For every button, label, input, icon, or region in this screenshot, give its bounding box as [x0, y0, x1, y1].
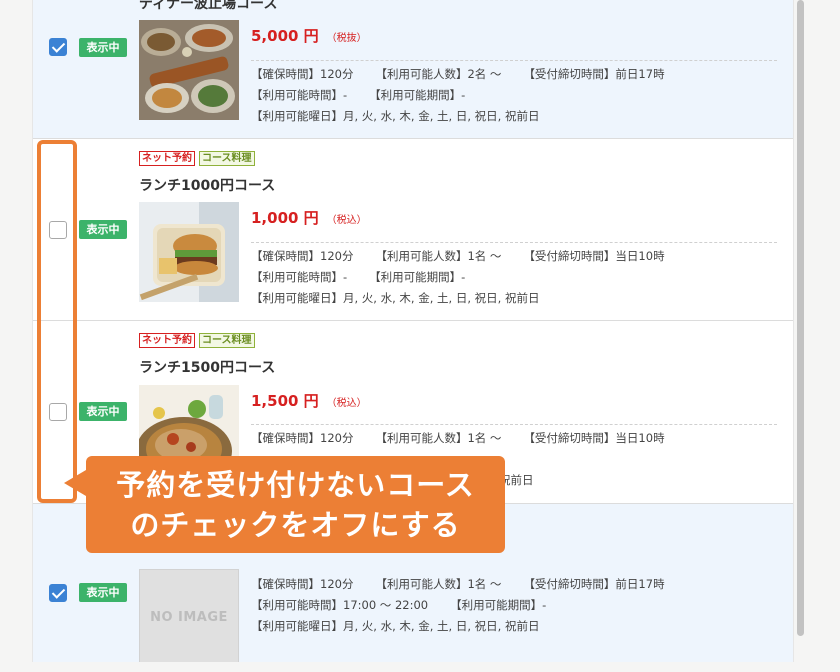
people-count: 【利用可能人数】1名 〜	[375, 577, 502, 591]
course-info: 【確保時間】120分 【利用可能人数】2名 〜 【受付締切時間】前日17時 【利用可…	[251, 64, 687, 127]
available-time: 【利用可能時間】17:00 〜 22:00	[251, 598, 429, 612]
course-tags: ネット予約 コース料理	[139, 333, 255, 348]
course-price: 1,000 円（税込）	[251, 209, 367, 227]
course-thumbnail[interactable]	[139, 20, 239, 120]
available-period: 【利用可能期間】-	[450, 598, 547, 612]
booking-deadline: 【受付締切時間】前日17時	[523, 577, 665, 591]
course-info: 【確保時間】120分 【利用可能人数】1名 〜 【受付締切時間】当日10時 【利用可…	[251, 246, 687, 309]
course-checkbox[interactable]	[49, 38, 67, 56]
available-period: 【利用可能期間】-	[369, 88, 466, 102]
instruction-callout: 予約を受け付けないコース のチェックをオフにする	[64, 456, 505, 553]
course-info: 【確保時間】120分 【利用可能人数】1名 〜 【受付締切時間】当日10時	[251, 428, 687, 449]
booking-deadline: 【受付締切時間】当日10時	[523, 431, 665, 445]
available-days: 【利用可能曜日】月, 火, 水, 木, 金, 土, 日, 祝日, 祝前日	[251, 109, 540, 123]
callout-line-2: のチェックをオフにする	[130, 508, 461, 542]
tax-label: （税込）	[326, 215, 367, 226]
hold-time: 【確保時間】120分	[251, 577, 354, 591]
course-checkbox[interactable]	[49, 584, 67, 602]
hold-time: 【確保時間】120分	[251, 67, 354, 81]
people-count: 【利用可能人数】1名 〜	[375, 249, 502, 263]
course-info: 【確保時間】120分 【利用可能人数】1名 〜 【受付締切時間】前日17時 【利用可…	[251, 574, 687, 637]
tag-course-meal: コース料理	[199, 333, 255, 348]
no-image-placeholder[interactable]: NO IMAGE	[139, 569, 239, 662]
tax-label: （税込）	[326, 398, 367, 409]
available-days: 【利用可能曜日】月, 火, 水, 木, 金, 土, 日, 祝日, 祝前日	[251, 291, 540, 305]
checkbox-highlight-frame	[37, 140, 77, 503]
course-title[interactable]: ランチ1000円コース	[139, 175, 275, 195]
hold-time: 【確保時間】120分	[251, 249, 354, 263]
status-badge: 表示中	[79, 38, 127, 57]
divider	[251, 242, 777, 243]
tag-net-reservation: ネット予約	[139, 333, 195, 348]
hold-time: 【確保時間】120分	[251, 431, 354, 445]
available-time: 【利用可能時間】-	[251, 270, 348, 284]
divider	[251, 60, 777, 61]
course-title[interactable]: ランチ1500円コース	[139, 357, 275, 377]
course-row: 表示中 ネット予約 コース料理 ランチ1000円コース 1,000 円（税込）	[33, 139, 793, 321]
course-price: 5,000 円（税抜）	[251, 27, 367, 45]
tag-course-meal: コース料理	[199, 151, 255, 166]
booking-deadline: 【受付締切時間】当日10時	[523, 249, 665, 263]
people-count: 【利用可能人数】2名 〜	[375, 67, 502, 81]
course-row: 表示中 ディナー波止場コース 5,000 円（税抜） 【確保時間】120分 【利用…	[33, 0, 793, 139]
people-count: 【利用可能人数】1名 〜	[375, 431, 502, 445]
tag-net-reservation: ネット予約	[139, 151, 195, 166]
divider	[251, 424, 777, 425]
available-period: 【利用可能期間】-	[369, 270, 466, 284]
callout-line-1: 予約を受け付けないコース	[116, 468, 475, 502]
tax-label: （税抜）	[326, 33, 367, 44]
available-time: 【利用可能時間】-	[251, 88, 348, 102]
course-tags: ネット予約 コース料理	[139, 151, 255, 166]
course-thumbnail[interactable]	[139, 202, 239, 302]
course-list-panel: 表示中 ディナー波止場コース 5,000 円（税抜） 【確保時間】120分 【利用…	[32, 0, 794, 662]
status-badge: 表示中	[79, 220, 127, 239]
course-price: 1,500 円（税込）	[251, 392, 367, 410]
available-days: 【利用可能曜日】月, 火, 水, 木, 金, 土, 日, 祝日, 祝前日	[251, 619, 540, 633]
status-badge: 表示中	[79, 583, 127, 602]
course-title[interactable]: ディナー波止場コース	[139, 0, 277, 13]
status-badge: 表示中	[79, 402, 127, 421]
scrollbar-thumb[interactable]	[797, 0, 804, 636]
booking-deadline: 【受付締切時間】前日17時	[523, 67, 665, 81]
